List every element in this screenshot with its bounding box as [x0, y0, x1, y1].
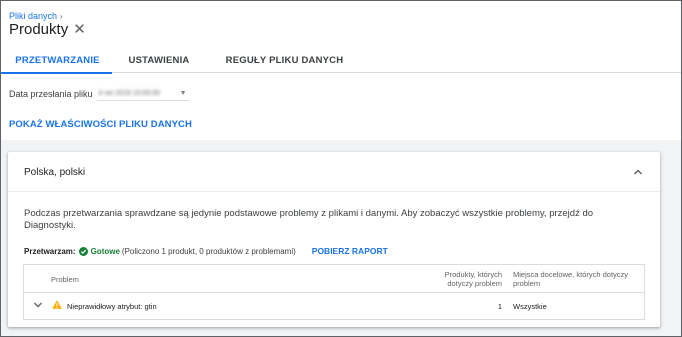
check-circle-icon	[78, 246, 88, 256]
upload-date-label: Data przesłania pliku	[9, 89, 93, 99]
chevron-up-icon[interactable]	[632, 166, 644, 178]
show-feed-properties-link[interactable]: POKAŻ WŁAŚCIWOŚCI PLIKU DANYCH	[9, 119, 192, 130]
page-header: Pliki danych › Produkty ✕ PRZETWARZANIE …	[1, 1, 681, 74]
status-label: Przetwarzam:	[24, 246, 76, 256]
country-language-card: Polska, polski Podczas przetwarzania spr…	[8, 152, 660, 327]
breadcrumb: Pliki danych ›	[9, 11, 63, 21]
dropdown-arrow-icon: ▼	[179, 90, 187, 97]
breadcrumb-link-feeds[interactable]: Pliki danych	[9, 11, 57, 21]
card-header[interactable]: Polska, polski	[8, 152, 660, 192]
status-detail: (Policzono 1 produkt, 0 produktów z prob…	[121, 246, 296, 256]
issue-name: Nieprawidłowy atrybut: gtin	[67, 302, 157, 311]
table-header: Problem Produkty, których dotyczy proble…	[24, 265, 644, 293]
tab-bar: PRZETWARZANIE USTAWIENIA REGUŁY PLIKU DA…	[1, 47, 361, 74]
issues-table: Problem Produkty, których dotyczy proble…	[23, 264, 645, 320]
tab-feed-rules[interactable]: REGUŁY PLIKU DANYCH	[208, 47, 361, 73]
processing-status-row: Przetwarzam: Gotowe (Policzono 1 produkt…	[24, 246, 388, 256]
card-title: Polska, polski	[24, 167, 86, 178]
affected-destinations: Wszystkie	[513, 302, 547, 311]
table-row[interactable]: Nieprawidłowy atrybut: gtin 1 Wszystkie	[24, 293, 644, 319]
affected-products-count: 1	[497, 302, 502, 311]
status-value: Gotowe	[90, 246, 120, 256]
upload-date-row: Data przesłania pliku 4 sie 2019 10:00:0…	[9, 87, 189, 101]
warning-icon	[52, 300, 62, 309]
tab-settings[interactable]: USTAWIENIA	[112, 47, 206, 73]
close-icon[interactable]: ✕	[73, 22, 86, 37]
title-row: Produkty ✕	[9, 21, 86, 38]
chevron-down-icon[interactable]	[33, 301, 43, 309]
column-header-affected-destinations: Miejsca docelowe, których dotyczy proble…	[513, 270, 629, 288]
breadcrumb-separator-icon: ›	[60, 11, 63, 21]
upload-date-value: 4 sie 2019 10:00:00	[98, 90, 161, 97]
column-header-problem: Problem	[51, 275, 79, 284]
processing-info-text: Podczas przetwarzania sprawdzane są jedy…	[24, 208, 594, 231]
tab-processing[interactable]: PRZETWARZANIE	[1, 47, 112, 74]
page-title: Produkty	[9, 21, 69, 38]
upload-date-select[interactable]: 4 sie 2019 10:00:00 ▼	[96, 87, 189, 101]
download-report-link[interactable]: POBIERZ RAPORT	[312, 246, 388, 256]
column-header-affected-products: Produkty, których dotyczy problem	[444, 270, 502, 288]
